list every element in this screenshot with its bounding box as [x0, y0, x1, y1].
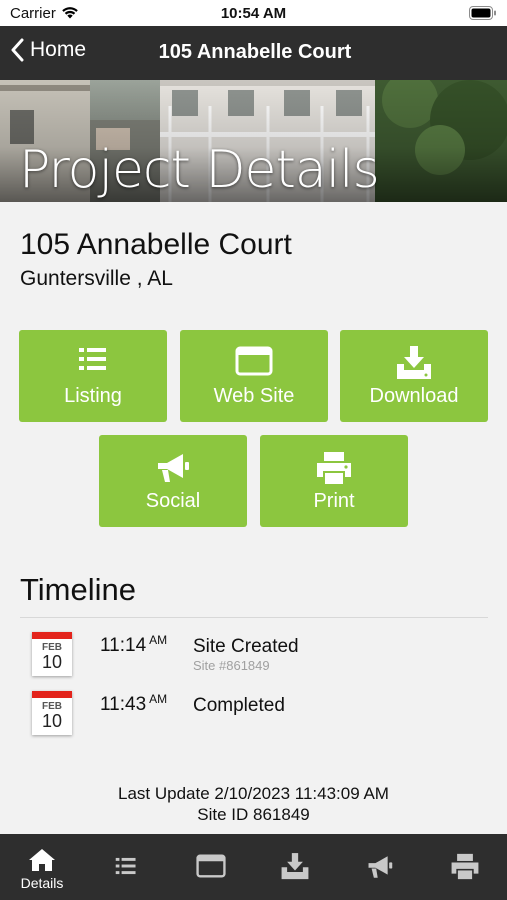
battery-icon — [469, 6, 497, 25]
download-label: Download — [369, 385, 459, 407]
download-button[interactable]: Download — [340, 330, 488, 422]
listing-label: Listing — [64, 385, 122, 407]
clock: 10:54 AM — [220, 5, 287, 22]
project-address: 105 Annabelle Court — [20, 228, 292, 261]
divider — [20, 617, 488, 618]
navigation-bar: Home 105 Annabelle Court — [0, 26, 507, 80]
tab-listing[interactable] — [84, 834, 168, 900]
megaphone-icon — [338, 854, 422, 880]
home-icon — [0, 848, 84, 872]
site-info: Last Update 2/10/2023 11:43:09 AM Site I… — [0, 783, 507, 825]
tab-social[interactable] — [338, 834, 422, 900]
event-subtitle: Site #861849 — [193, 658, 270, 673]
print-button[interactable]: Print — [260, 435, 408, 527]
calendar-day: 10 — [41, 652, 63, 672]
back-button[interactable]: Home — [10, 38, 86, 62]
print-label: Print — [313, 490, 355, 512]
hero-banner: Project Details — [0, 80, 507, 202]
calendar-icon: FEB 10 — [32, 691, 72, 735]
web-site-button[interactable]: Web Site — [180, 330, 328, 422]
site-id-text: Site ID 861849 — [197, 805, 310, 824]
social-label: Social — [145, 490, 201, 512]
timeline-item: FEB 10 11:14 AM Site Created Site #861849 — [0, 628, 507, 684]
last-update-text: Last Update 2/10/2023 11:43:09 AM — [118, 784, 389, 803]
back-button-label: Home — [30, 38, 87, 61]
list-icon — [19, 346, 167, 372]
listing-button[interactable]: Listing — [19, 330, 167, 422]
download-icon — [340, 346, 488, 380]
social-button[interactable]: Social — [99, 435, 247, 527]
timeline-heading: Timeline — [20, 572, 136, 607]
tab-bar: Details — [0, 834, 507, 900]
nav-title: 105 Annabelle Court — [158, 41, 352, 63]
status-bar: Carrier 10:54 AM — [0, 0, 507, 26]
megaphone-icon — [99, 451, 247, 485]
event-title: Site Created — [193, 636, 299, 657]
printer-icon — [423, 853, 507, 880]
tab-details-label: Details — [20, 875, 64, 891]
browser-window-icon — [169, 854, 253, 878]
browser-window-icon — [180, 346, 328, 376]
tab-details[interactable]: Details — [0, 834, 84, 900]
printer-icon — [260, 451, 408, 485]
tab-download[interactable] — [253, 834, 337, 900]
event-title: Completed — [193, 695, 285, 716]
event-ampm: AM — [149, 692, 168, 706]
event-time: 11:14 AM — [100, 633, 168, 656]
tab-web-site[interactable] — [169, 834, 253, 900]
project-city: Guntersville , AL — [20, 267, 173, 290]
download-icon — [253, 853, 337, 880]
event-time: 11:43 AM — [100, 692, 168, 715]
chevron-left-icon — [11, 38, 24, 62]
calendar-day: 10 — [41, 711, 63, 731]
hero-title: Project Details — [19, 140, 380, 200]
tab-print[interactable] — [423, 834, 507, 900]
calendar-icon: FEB 10 — [32, 632, 72, 676]
list-icon — [84, 856, 168, 876]
timeline-item: FEB 10 11:43 AM Completed — [0, 687, 507, 743]
web-site-label: Web Site — [213, 385, 295, 407]
event-ampm: AM — [149, 633, 168, 647]
